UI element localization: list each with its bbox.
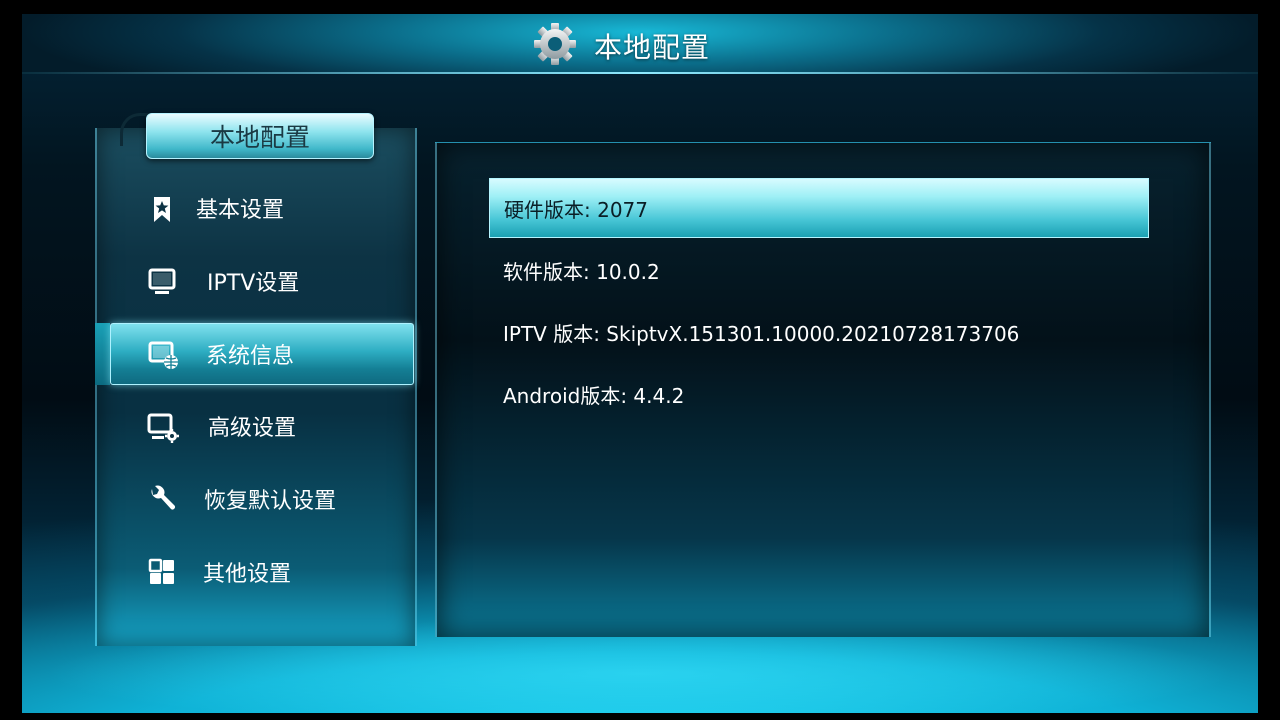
sidebar-item-basic-settings[interactable]: 基本设置 — [95, 178, 413, 238]
sidebar-item-label: 基本设置 — [196, 198, 285, 223]
gear-icon — [530, 22, 580, 70]
hardware-version-text: 硬件版本: 2077 — [504, 197, 648, 222]
sidebar-item-system-info[interactable]: 系统信息 — [95, 323, 413, 383]
sidebar-item-label: 系统信息 — [206, 344, 295, 369]
monitor-icon — [147, 267, 177, 297]
sidebar-header-tab: 本地配置 — [146, 113, 374, 159]
system-info-icon — [148, 339, 178, 369]
info-row-iptv-version[interactable]: IPTV 版本: SkiptvX.151301.10000.2021072817… — [489, 302, 1149, 362]
info-row-hardware-version[interactable]: 硬件版本: 2077 — [489, 178, 1149, 238]
software-version-text: 软件版本: 10.0.2 — [503, 259, 660, 284]
sidebar-item-label: 其他设置 — [203, 562, 292, 587]
sidebar-item-other-settings[interactable]: 其他设置 — [95, 542, 413, 602]
grid-icon — [147, 558, 177, 588]
sidebar-item-label: IPTV设置 — [207, 271, 300, 296]
page-header: 本地配置 — [530, 22, 711, 70]
sidebar-item-label: 恢复默认设置 — [204, 489, 337, 514]
info-row-software-version[interactable]: 软件版本: 10.0.2 — [489, 240, 1149, 300]
android-version-text: Android版本: 4.4.2 — [503, 383, 685, 408]
sidebar-item-label: 高级设置 — [208, 416, 297, 441]
page-title: 本地配置 — [594, 31, 711, 64]
bookmark-star-icon — [147, 194, 177, 224]
info-row-android-version[interactable]: Android版本: 4.4.2 — [489, 364, 1149, 424]
monitor-gear-icon — [147, 412, 179, 443]
sidebar-item-iptv-settings[interactable]: IPTV设置 — [95, 251, 413, 311]
sidebar-header-label: 本地配置 — [209, 123, 310, 152]
title-bar-divider — [22, 72, 1258, 74]
sidebar-item-restore-defaults[interactable]: 恢复默认设置 — [95, 469, 413, 529]
wrench-icon — [147, 485, 177, 515]
iptv-version-text: IPTV 版本: SkiptvX.151301.10000.2021072817… — [503, 321, 1020, 346]
sidebar-item-advanced-settings[interactable]: 高级设置 — [95, 396, 413, 456]
